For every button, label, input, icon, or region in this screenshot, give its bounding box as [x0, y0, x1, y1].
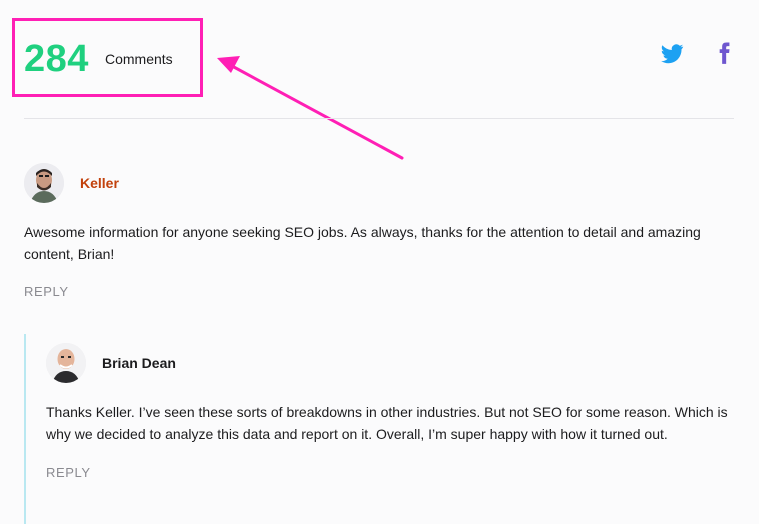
facebook-icon [719, 42, 730, 64]
twitter-icon [661, 44, 684, 64]
reply-author[interactable]: Brian Dean [102, 355, 176, 371]
comment-count: 284 [24, 38, 89, 80]
header-divider [24, 118, 734, 119]
reply-button[interactable]: REPLY [46, 465, 91, 480]
comment-header: Keller [24, 162, 724, 204]
avatar [46, 343, 86, 383]
reply-text: Thanks Keller. I’ve seen these sorts of … [46, 404, 728, 442]
comment-text: Awesome information for anyone seeking S… [24, 224, 701, 262]
facebook-share-button[interactable] [711, 40, 737, 66]
reply-header: Brian Dean [46, 342, 734, 384]
reply-thread: Brian Dean Thanks Keller. I’ve seen thes… [24, 334, 734, 524]
avatar [24, 163, 64, 203]
comment-count-label: Comments [105, 51, 173, 67]
comments-header: 284 Comments [0, 0, 759, 118]
comment: Keller Awesome information for anyone se… [24, 162, 724, 301]
comment-author[interactable]: Keller [80, 175, 119, 191]
reply-button[interactable]: REPLY [24, 284, 69, 299]
social-share [659, 40, 737, 66]
twitter-share-button[interactable] [659, 40, 685, 66]
